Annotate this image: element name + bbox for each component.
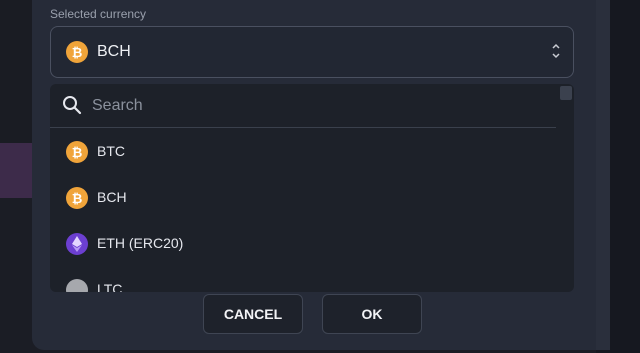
modal-scrollbar[interactable] xyxy=(596,0,610,350)
cancel-button[interactable]: CANCEL xyxy=(203,294,303,334)
bitcoin-cash-icon: ₿ xyxy=(66,41,88,63)
bitcoin-icon: ₿ xyxy=(66,141,88,163)
currency-dropdown: Search ₿ BTC ₿ BCH ETH (ERC20) LTC xyxy=(50,84,574,292)
option-label: BCH xyxy=(97,189,127,205)
option-eth[interactable]: ETH (ERC20) xyxy=(50,221,556,267)
selected-currency-value: BCH xyxy=(97,43,131,60)
ok-button[interactable]: OK xyxy=(322,294,422,334)
coin-glyph: ₿ xyxy=(71,190,83,206)
option-btc[interactable]: ₿ BTC xyxy=(50,129,556,175)
selected-currency-label: Selected currency xyxy=(50,7,147,21)
dropdown-scrollbar[interactable] xyxy=(560,86,572,100)
option-bch[interactable]: ₿ BCH xyxy=(50,175,556,221)
coin-glyph: ₿ xyxy=(71,144,83,160)
option-label: BTC xyxy=(97,143,125,159)
chevron-updown-icon xyxy=(552,43,560,59)
bitcoin-cash-icon: ₿ xyxy=(66,187,88,209)
currency-select[interactable]: ₿ BCH xyxy=(50,26,574,78)
option-label: LTC xyxy=(97,281,123,292)
search-input[interactable]: Search xyxy=(92,97,143,115)
ethereum-icon xyxy=(66,233,88,255)
search-icon xyxy=(63,96,82,115)
search-row[interactable]: Search xyxy=(50,84,556,128)
coin-glyph: ₿ xyxy=(71,44,83,60)
option-ltc[interactable]: LTC xyxy=(50,267,556,292)
litecoin-icon xyxy=(66,279,88,292)
option-label: ETH (ERC20) xyxy=(97,235,184,251)
